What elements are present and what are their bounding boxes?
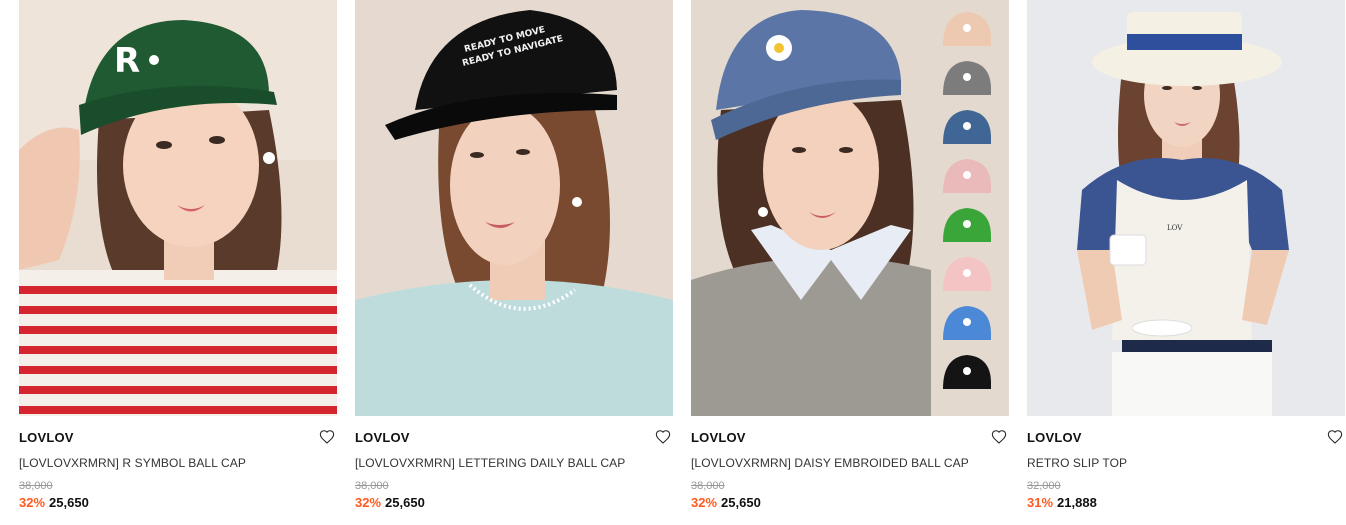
discount-rate: 32% <box>691 495 718 510</box>
sale-price: 25,650 <box>385 495 425 510</box>
daisy-icon <box>963 367 971 375</box>
original-price: 38,000 <box>691 480 725 492</box>
daisy-icon <box>963 220 971 228</box>
daisy-icon <box>963 122 971 130</box>
discount-rate: 32% <box>355 495 382 510</box>
sale-price: 25,650 <box>49 495 89 510</box>
product-card[interactable]: LOVLOV [LOVLOVXRMRN] DAISY EMBROIDED BAL… <box>691 0 1009 511</box>
product-image[interactable]: LOV <box>1027 0 1345 416</box>
product-name[interactable]: RETRO SLIP TOP <box>1027 456 1345 470</box>
product-brand[interactable]: LOVLOV <box>355 430 673 446</box>
daisy-icon <box>963 171 971 179</box>
sale-price: 25,650 <box>721 495 761 510</box>
product-name[interactable]: [LOVLOVXRMRN] LETTERING DAILY BALL CAP <box>355 456 673 470</box>
price-row: 32% 25,650 <box>355 495 673 511</box>
daisy-icon <box>963 24 971 32</box>
discount-rate: 31% <box>1027 495 1054 510</box>
product-brand[interactable]: LOVLOV <box>691 430 1009 446</box>
product-image[interactable]: READY TO MOVE READY TO NAVIGATE <box>355 0 673 416</box>
heart-outline-icon[interactable] <box>655 429 671 445</box>
product-image[interactable]: R <box>19 0 337 416</box>
product-brand[interactable]: LOVLOV <box>19 430 337 446</box>
product-name[interactable]: [LOVLOVXRMRN] R SYMBOL BALL CAP <box>19 456 337 470</box>
price-row: 31% 21,888 <box>1027 495 1345 511</box>
daisy-icon <box>963 269 971 277</box>
heart-outline-icon[interactable] <box>991 429 1007 445</box>
product-image[interactable] <box>691 0 1009 416</box>
price-row: 32% 25,650 <box>19 495 337 511</box>
sale-price: 21,888 <box>1057 495 1097 510</box>
product-card[interactable]: LOV LOVLOV RETRO SLIP TOP 32,000 31% 21,… <box>1027 0 1345 511</box>
price-row: 32% 25,650 <box>691 495 1009 511</box>
daisy-icon <box>963 73 971 81</box>
product-card[interactable]: READY TO MOVE READY TO NAVIGATE LOVLOV [… <box>355 0 673 511</box>
heart-outline-icon[interactable] <box>319 429 335 445</box>
product-grid: R LOVLOV [LOVLOVXRMRN] R SYMBOL BALL CAP… <box>19 0 1345 511</box>
original-price: 38,000 <box>19 480 53 492</box>
discount-rate: 32% <box>19 495 46 510</box>
product-name[interactable]: [LOVLOVXRMRN] DAISY EMBROIDED BALL CAP <box>691 456 1009 470</box>
svg-text:R: R <box>114 41 140 81</box>
heart-outline-icon[interactable] <box>1327 429 1343 445</box>
original-price: 38,000 <box>355 480 389 492</box>
daisy-icon <box>963 318 971 326</box>
original-price: 32,000 <box>1027 480 1061 492</box>
product-card[interactable]: R LOVLOV [LOVLOVXRMRN] R SYMBOL BALL CAP… <box>19 0 337 511</box>
svg-text:LOV: LOV <box>1167 224 1183 232</box>
product-brand[interactable]: LOVLOV <box>1027 430 1345 446</box>
